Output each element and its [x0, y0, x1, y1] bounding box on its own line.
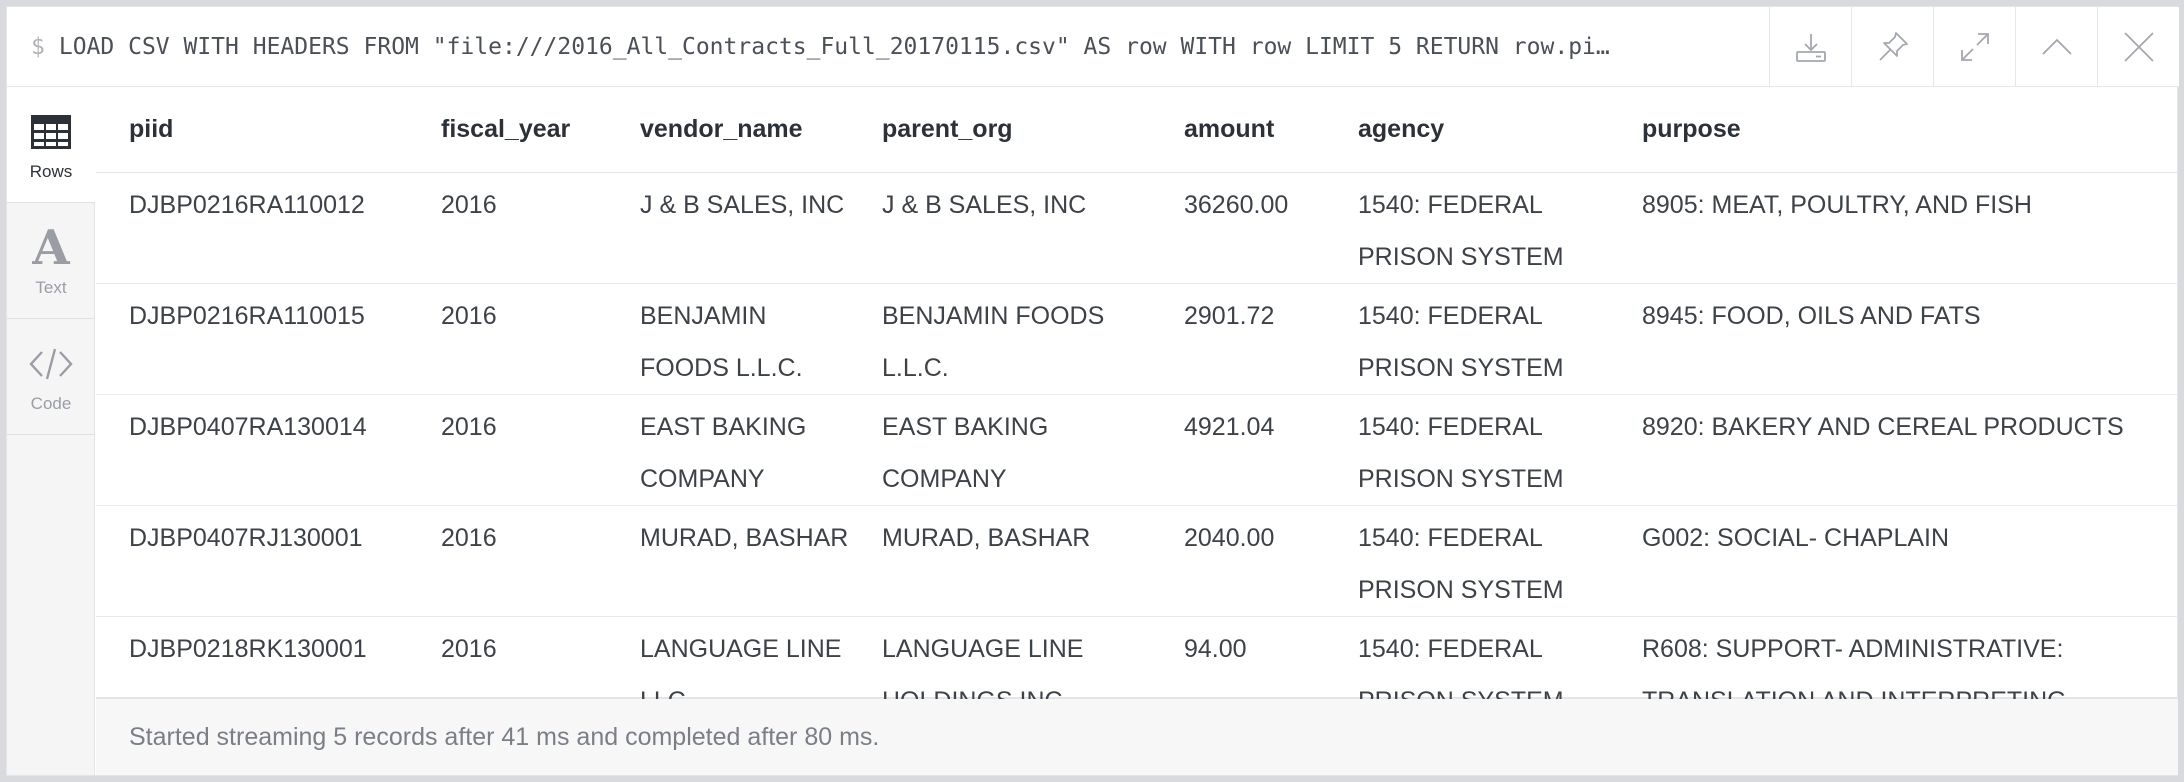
table-cell: 2016 [408, 505, 607, 617]
table-cell: DJBP0216RA110015 [96, 283, 408, 395]
table-row: DJBP0216RA110015 2016 BENJAMIN FOODS L.L… [96, 283, 2178, 395]
column-header: fiscal_year [408, 87, 607, 173]
sidebar-item-rows[interactable]: Rows [7, 87, 95, 203]
command-prompt: $ [31, 34, 45, 60]
table-header-row: piid fiscal_year vendor_name parent_org … [96, 87, 2178, 173]
query-header: $ LOAD CSV WITH HEADERS FROM "file:///20… [7, 7, 2179, 87]
table-cell: J & B SALES, INC [607, 172, 849, 284]
download-button[interactable] [1769, 7, 1851, 87]
table-cell: 2901.72 [1151, 283, 1325, 395]
table-cell: G002: SOCIAL- CHAPLAIN [1609, 505, 2178, 617]
table-cell: DJBP0407RJ130001 [96, 505, 408, 617]
table-cell: BENJAMIN FOODS L.L.C. [607, 283, 849, 395]
table-cell: DJBP0216RA110012 [96, 172, 408, 284]
pin-button[interactable] [1851, 7, 1933, 87]
command-text[interactable]: LOAD CSV WITH HEADERS FROM "file:///2016… [59, 34, 1610, 60]
table-cell: 2016 [408, 394, 607, 506]
table-row: DJBP0407RA130014 2016 EAST BAKING COMPAN… [96, 394, 2178, 506]
table-cell: 1540: FEDERAL PRISON SYSTEM [1325, 505, 1609, 617]
pin-icon [1878, 32, 1908, 61]
column-header: piid [96, 87, 408, 173]
status-text: Started streaming 5 records after 41 ms … [129, 722, 880, 751]
expand-icon [1960, 33, 1989, 61]
sidebar-item-label: Text [35, 277, 67, 297]
table-cell: 8905: MEAT, POULTRY, AND FISH [1609, 172, 2178, 284]
table-cell: 1540: FEDERAL PRISON SYSTEM [1325, 283, 1609, 395]
text-icon: A [32, 219, 70, 276]
table-cell: 1540: FEDERAL PRISON SYSTEM [1325, 172, 1609, 284]
table-cell: 2016 [408, 283, 607, 395]
table-cell: 8920: BAKERY AND CEREAL PRODUCTS [1609, 394, 2178, 506]
result-frame: $ LOAD CSV WITH HEADERS FROM "file:///20… [6, 6, 2179, 776]
results-table-container: piid fiscal_year vendor_name parent_org … [96, 87, 2178, 715]
table-cell: EAST BAKING COMPANY [849, 394, 1151, 506]
column-header: vendor_name [607, 87, 849, 173]
query-command[interactable]: $ LOAD CSV WITH HEADERS FROM "file:///20… [31, 7, 1771, 87]
table-cell: DJBP0407RA130014 [96, 394, 408, 506]
table-cell: BENJAMIN FOODS L.L.C. [849, 283, 1151, 395]
view-sidebar: Rows A Text Code [7, 87, 95, 775]
table-cell: MURAD, BASHAR [849, 505, 1151, 617]
close-button[interactable] [2097, 7, 2179, 87]
table-row: DJBP0407RJ130001 2016 MURAD, BASHAR MURA… [96, 505, 2178, 617]
table-cell: MURAD, BASHAR [607, 505, 849, 617]
table-cell: 8945: FOOD, OILS AND FATS [1609, 283, 2178, 395]
table-cell: 1540: FEDERAL PRISON SYSTEM [1325, 394, 1609, 506]
sidebar-item-label: Rows [29, 161, 73, 181]
table-cell: 2016 [408, 172, 607, 284]
table-cell: EAST BAKING COMPANY [607, 394, 849, 506]
column-header: purpose [1609, 87, 2178, 173]
column-header: amount [1151, 87, 1325, 173]
table-cell: 4921.04 [1151, 394, 1325, 506]
close-icon [2123, 32, 2154, 62]
collapse-button[interactable] [2015, 7, 2097, 87]
sidebar-item-text[interactable]: A Text [7, 203, 95, 319]
column-header: agency [1325, 87, 1609, 173]
table-row: DJBP0216RA110012 2016 J & B SALES, INC J… [96, 172, 2178, 284]
status-bar: Started streaming 5 records after 41 ms … [96, 699, 2178, 775]
download-icon [1795, 34, 1826, 62]
code-icon [29, 348, 73, 379]
sidebar-item-code[interactable]: Code [7, 319, 95, 435]
results-table: piid fiscal_year vendor_name parent_org … [96, 87, 2178, 727]
table-icon [31, 114, 71, 149]
table-cell: J & B SALES, INC [849, 172, 1151, 284]
sidebar-item-label: Code [30, 393, 72, 413]
fullscreen-button[interactable] [1933, 7, 2015, 87]
table-cell: 36260.00 [1151, 172, 1325, 284]
collapse-icon [2041, 38, 2072, 55]
table-cell: 2040.00 [1151, 505, 1325, 617]
column-header: parent_org [849, 87, 1151, 173]
